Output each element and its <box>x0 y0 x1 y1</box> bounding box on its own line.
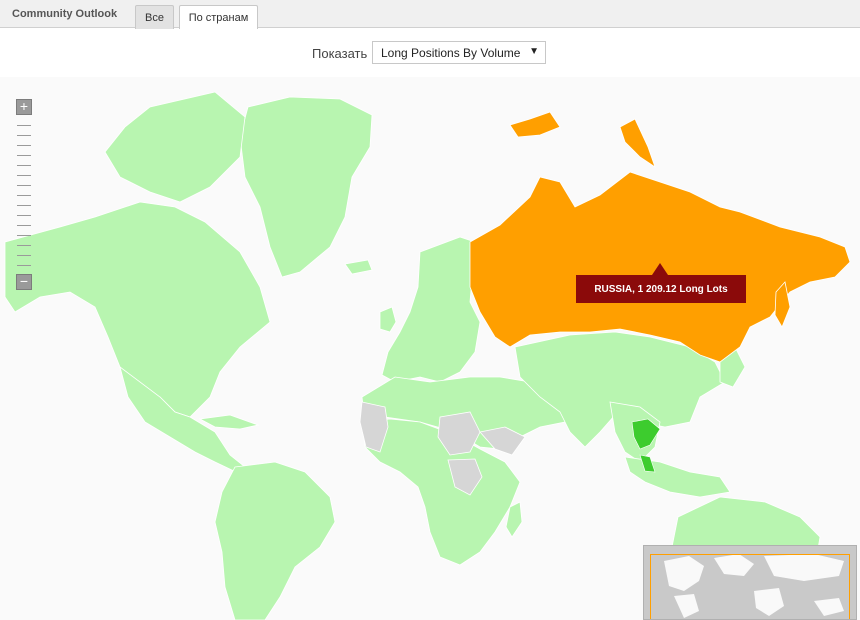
zoom-tick <box>17 245 31 246</box>
zoom-tick <box>17 235 31 236</box>
zoom-tick <box>17 255 31 256</box>
top-header: Community Outlook Все По странам <box>0 0 860 29</box>
plus-icon: + <box>19 98 29 114</box>
tab-by-countries-label: По странам <box>188 11 249 24</box>
zoom-slider[interactable] <box>17 117 31 273</box>
tooltip-pointer <box>652 263 668 275</box>
minus-icon: − <box>19 273 29 289</box>
zoom-tick <box>17 185 31 186</box>
zoom-tick <box>17 265 31 266</box>
zoom-tick <box>17 135 31 136</box>
country-uk[interactable] <box>379 306 397 333</box>
country-europe[interactable] <box>381 236 481 383</box>
country-russia-novaya-zemlya[interactable] <box>619 118 656 168</box>
tooltip-text: RUSSIA, 1 209.12 Long Lots <box>594 283 728 295</box>
zoom-tick <box>17 225 31 226</box>
metric-select[interactable]: Long Positions By Volume ▼ <box>372 41 546 64</box>
zoom-out-button[interactable]: − <box>16 274 32 290</box>
zoom-tick <box>17 175 31 176</box>
world-map[interactable]: + − RUSSIA, 1 209.12 Long Lots <box>0 77 860 620</box>
world-map-svg[interactable] <box>0 77 860 620</box>
zoom-tick <box>17 195 31 196</box>
zoom-tick <box>17 215 31 216</box>
country-russia-arctic-islands[interactable] <box>509 111 561 138</box>
country-canada-islands[interactable] <box>104 91 246 203</box>
zoom-in-button[interactable]: + <box>16 99 32 115</box>
toolbar: Показать Long Positions By Volume ▼ <box>0 29 860 77</box>
tab-by-countries[interactable]: По странам <box>179 5 258 29</box>
zoom-tick <box>17 145 31 146</box>
zoom-tick <box>17 125 31 126</box>
metric-select-value: Long Positions By Volume <box>381 45 521 60</box>
zoom-tick <box>17 165 31 166</box>
chevron-down-icon: ▼ <box>529 46 539 57</box>
zoom-tick <box>17 205 31 206</box>
country-indonesia[interactable] <box>624 456 731 498</box>
show-label: Показать <box>312 46 368 61</box>
country-caribbean[interactable] <box>198 414 260 430</box>
country-iceland[interactable] <box>344 259 373 275</box>
tab-all[interactable]: Все <box>135 5 174 29</box>
minimap-viewport-frame[interactable] <box>650 554 850 619</box>
app-title: Community Outlook <box>12 8 118 20</box>
tab-all-label: Все <box>145 11 164 24</box>
country-tooltip: RUSSIA, 1 209.12 Long Lots <box>576 275 746 303</box>
overview-minimap[interactable] <box>643 545 857 620</box>
country-greenland[interactable] <box>239 96 373 278</box>
zoom-tick <box>17 155 31 156</box>
country-south-america[interactable] <box>214 461 336 620</box>
